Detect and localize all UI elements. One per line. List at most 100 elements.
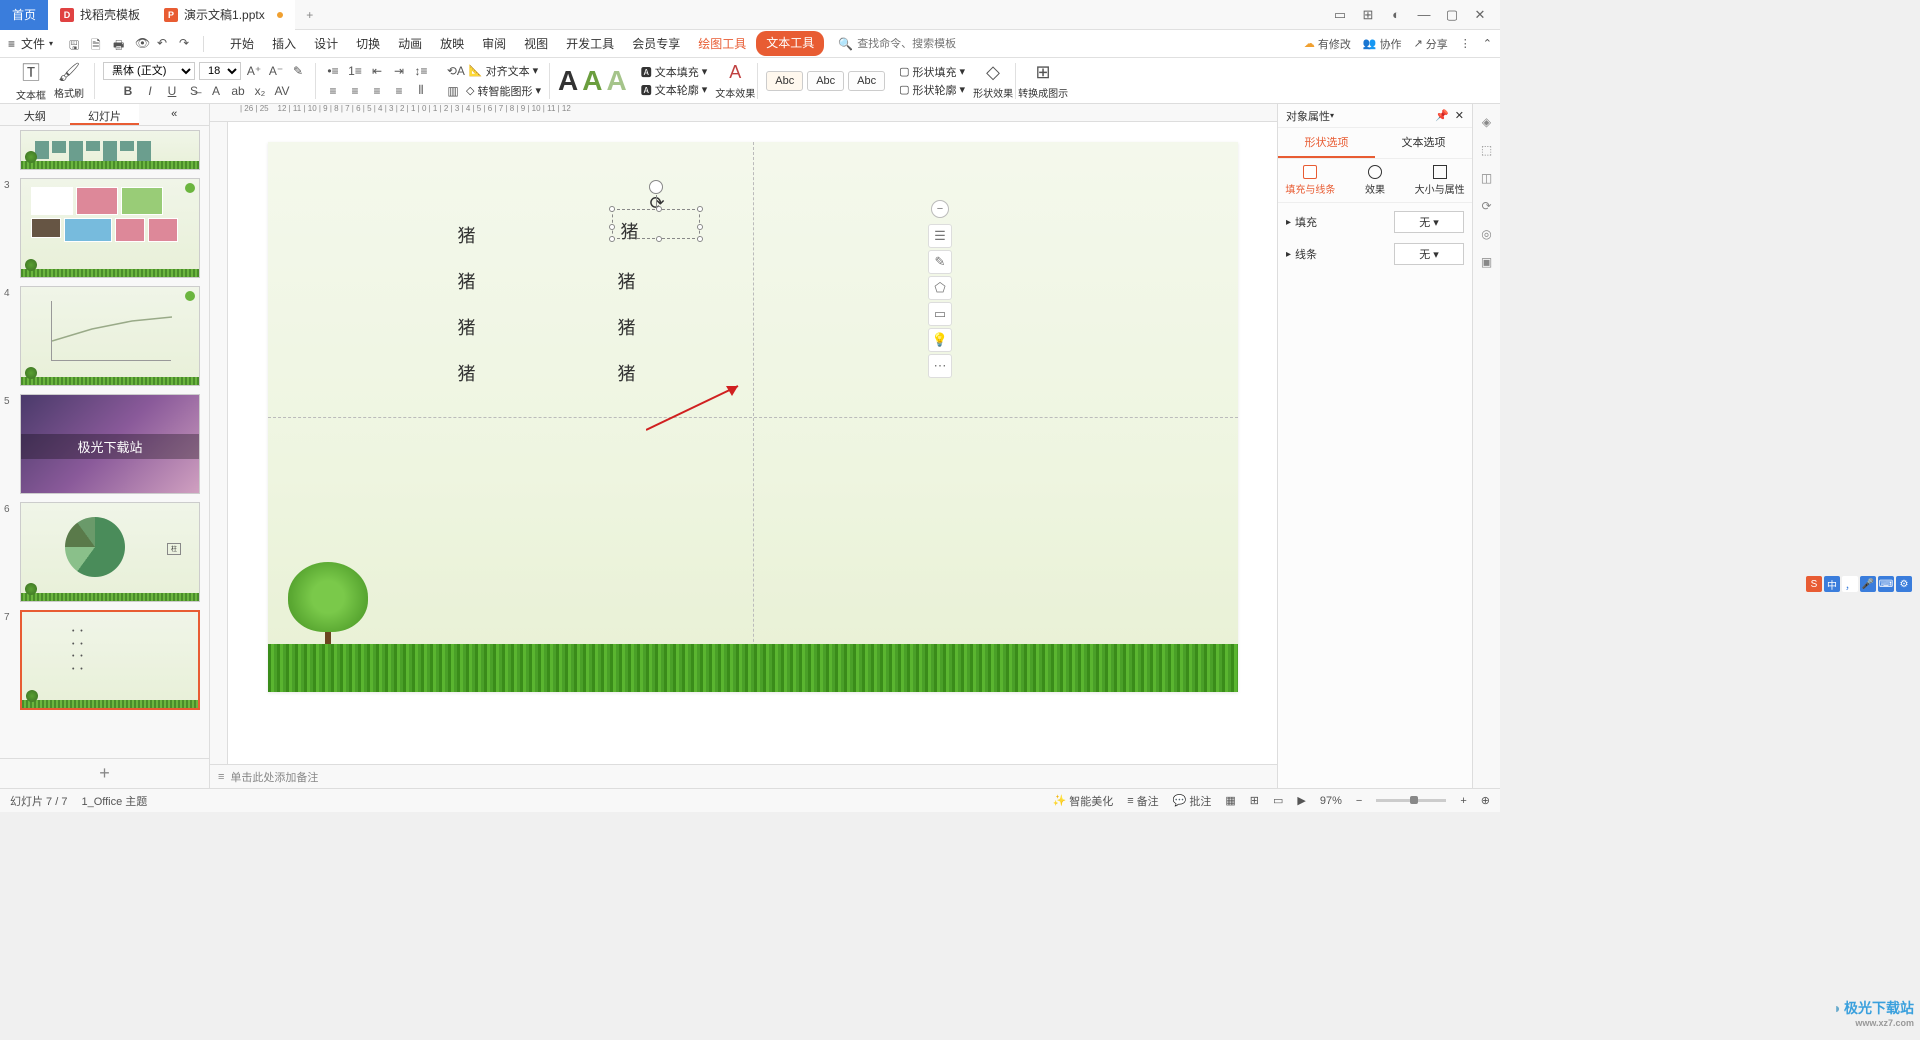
expand-icon[interactable]: ⌃ bbox=[1483, 37, 1492, 50]
tab-document[interactable]: P 演示文稿1.pptx bbox=[152, 0, 295, 30]
menu-tab-dev[interactable]: 开发工具 bbox=[558, 31, 622, 56]
comments-toggle[interactable]: 💬批注 bbox=[1173, 793, 1212, 809]
minimize-button[interactable]: — bbox=[1412, 3, 1436, 27]
save-as-icon[interactable]: 🗎 bbox=[91, 36, 107, 52]
decrease-font-icon[interactable]: A⁻ bbox=[267, 62, 285, 80]
resource-tool-icon[interactable]: ◎ bbox=[1477, 224, 1497, 244]
distribute-icon[interactable]: ⫴ bbox=[412, 82, 430, 100]
print-icon[interactable]: 🖶 bbox=[113, 36, 129, 52]
zoom-out-icon[interactable]: − bbox=[1356, 795, 1362, 807]
view-slideshow-icon[interactable]: ▶ bbox=[1297, 794, 1305, 807]
shape-icon[interactable]: ⬠ bbox=[928, 276, 952, 300]
close-button[interactable]: ✕ bbox=[1468, 3, 1492, 27]
text-fill-button[interactable]: 🅰文本填充▾ bbox=[641, 64, 708, 80]
menu-tab-review[interactable]: 审阅 bbox=[474, 31, 514, 56]
menu-tab-view[interactable]: 视图 bbox=[516, 31, 556, 56]
menu-tab-draw-tool[interactable]: 绘图工具 bbox=[690, 31, 754, 56]
ime-punct-icon[interactable]: ， bbox=[1842, 576, 1858, 592]
spacing-icon[interactable]: AV bbox=[273, 82, 291, 100]
slide-canvas[interactable]: 猪猪猪猪 猪 ⟳ 猪猪猪 bbox=[268, 142, 1238, 692]
fill-select[interactable]: 无 ▾ bbox=[1394, 211, 1464, 233]
font-size-select[interactable]: 18 bbox=[199, 62, 241, 80]
outline-tab[interactable]: 大纲 bbox=[0, 104, 70, 125]
menu-tab-slideshow[interactable]: 放映 bbox=[432, 31, 472, 56]
bold-icon[interactable]: B bbox=[119, 82, 137, 100]
user-icon[interactable]: ◐ bbox=[1384, 3, 1408, 27]
columns-icon[interactable]: ▥ bbox=[444, 82, 462, 100]
share-button[interactable]: ↗分享 bbox=[1414, 36, 1448, 52]
italic-icon[interactable]: I bbox=[141, 82, 159, 100]
resize-handle-tr[interactable] bbox=[697, 206, 703, 212]
left-textbox[interactable]: 猪猪猪猪 bbox=[458, 214, 476, 398]
indent-dec-icon[interactable]: ⇤ bbox=[368, 62, 386, 80]
text-outline-button[interactable]: 🅰文本轮廓▾ bbox=[641, 82, 708, 98]
format-painter[interactable]: 🖌格式刷 bbox=[52, 62, 86, 100]
file-menu[interactable]: 文件▾ bbox=[21, 35, 53, 52]
align-left-icon[interactable]: ≡ bbox=[324, 82, 342, 100]
redo-icon[interactable]: ↷ bbox=[179, 36, 195, 52]
resize-handle-tc[interactable] bbox=[656, 206, 662, 212]
zoom-slider[interactable] bbox=[1376, 799, 1446, 802]
tab-templates[interactable]: D 找稻壳模板 bbox=[48, 0, 152, 30]
animate-tool-icon[interactable]: ⟳ bbox=[1477, 196, 1497, 216]
selected-textbox[interactable]: 猪 ⟳ bbox=[612, 209, 700, 239]
rotate-handle[interactable]: ⟳ bbox=[649, 180, 663, 194]
textbox-button[interactable]: 🅃文本框 bbox=[14, 59, 48, 102]
size-subtab[interactable]: 大小与属性 bbox=[1407, 159, 1472, 202]
thumbnail-6[interactable]: 柱 bbox=[20, 502, 200, 602]
select-tool-icon[interactable]: ⬚ bbox=[1477, 140, 1497, 160]
text-effect-button[interactable]: A文本效果 bbox=[715, 62, 755, 100]
resize-handle-bc[interactable] bbox=[656, 236, 662, 242]
text-style-1[interactable]: A bbox=[558, 65, 578, 97]
thumbnail-list[interactable]: 3 4 5极光下载站 6柱 7• •• •• •• • bbox=[0, 126, 209, 758]
menu-tab-vip[interactable]: 会员专享 bbox=[624, 31, 688, 56]
bullets-icon[interactable]: •≡ bbox=[324, 62, 342, 80]
highlight-icon[interactable]: ab bbox=[229, 82, 247, 100]
layout-icon[interactable]: ▭ bbox=[1328, 3, 1352, 27]
text-direction-icon[interactable]: ⟲A bbox=[447, 62, 465, 80]
align-center-icon[interactable]: ≡ bbox=[346, 82, 364, 100]
search-box[interactable]: 🔍 bbox=[838, 37, 957, 51]
ime-voice-icon[interactable]: 🎤 bbox=[1860, 576, 1876, 592]
object-tool-icon[interactable]: ◫ bbox=[1477, 168, 1497, 188]
underline-icon[interactable]: U bbox=[163, 82, 181, 100]
line-select[interactable]: 无 ▾ bbox=[1394, 243, 1464, 265]
numbering-icon[interactable]: 1≡ bbox=[346, 62, 364, 80]
notes-placeholder[interactable]: 单击此处添加备注 bbox=[230, 769, 318, 785]
text-options-tab[interactable]: 文本选项 bbox=[1375, 128, 1472, 158]
shape-style-1[interactable]: Abc bbox=[766, 71, 803, 91]
menu-tab-animation[interactable]: 动画 bbox=[390, 31, 430, 56]
font-name-select[interactable]: 黑体 (正文) bbox=[103, 62, 195, 80]
apps-icon[interactable]: ⊞ bbox=[1356, 3, 1380, 27]
ime-settings-icon[interactable]: ⚙ bbox=[1896, 576, 1912, 592]
right-textbox[interactable]: 猪猪猪 bbox=[618, 260, 636, 398]
menu-icon[interactable]: ≡ bbox=[8, 37, 15, 51]
crop-icon[interactable]: ▭ bbox=[928, 302, 952, 326]
beautify-button[interactable]: ✨智能美化 bbox=[1053, 793, 1114, 809]
notes-toggle[interactable]: ≡备注 bbox=[1127, 793, 1158, 809]
view-normal-icon[interactable]: ▦ bbox=[1225, 794, 1235, 807]
preview-icon[interactable]: 👁 bbox=[135, 36, 151, 52]
more-icon[interactable]: ⋮ bbox=[1460, 37, 1471, 50]
shape-options-tab[interactable]: 形状选项 bbox=[1278, 128, 1375, 158]
pen-icon[interactable]: ✎ bbox=[928, 250, 952, 274]
menu-tab-text-tool[interactable]: 文本工具 bbox=[756, 31, 824, 56]
more-tools-icon[interactable]: ⋯ bbox=[928, 354, 952, 378]
text-style-3[interactable]: A bbox=[606, 65, 626, 97]
align-justify-icon[interactable]: ≡ bbox=[390, 82, 408, 100]
thumbnail-5[interactable]: 极光下载站 bbox=[20, 394, 200, 494]
ime-keyboard-icon[interactable]: ⌨ bbox=[1878, 576, 1894, 592]
ime-cn-icon[interactable]: 中 bbox=[1824, 576, 1840, 592]
line-expand-icon[interactable]: ▸ bbox=[1286, 249, 1291, 260]
tab-home[interactable]: 首页 bbox=[0, 0, 48, 30]
design-tool-icon[interactable]: ◈ bbox=[1477, 112, 1497, 132]
thumbnail-7[interactable]: • •• •• •• • bbox=[20, 610, 200, 710]
text-style-2[interactable]: A bbox=[582, 65, 602, 97]
save-icon[interactable]: 🖫 bbox=[69, 36, 85, 52]
view-sorter-icon[interactable]: ⊞ bbox=[1250, 794, 1259, 807]
line-spacing-icon[interactable]: ↕≡ bbox=[412, 62, 430, 80]
shape-outline-button[interactable]: ▢形状轮廓▾ bbox=[899, 82, 965, 98]
resize-handle-ml[interactable] bbox=[609, 224, 615, 230]
idea-icon[interactable]: 💡 bbox=[928, 328, 952, 352]
indent-inc-icon[interactable]: ⇥ bbox=[390, 62, 408, 80]
